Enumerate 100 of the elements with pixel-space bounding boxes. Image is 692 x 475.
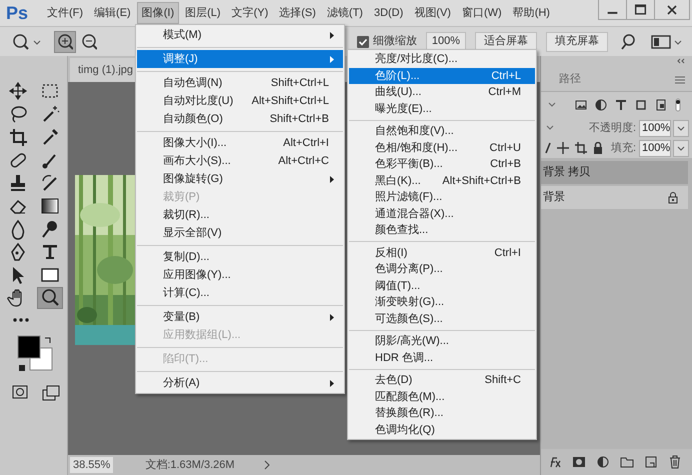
move-lock-icon[interactable] [557, 142, 569, 154]
menu-item[interactable]: 曝光度(E)... [349, 100, 535, 117]
checkbox-label: 细微缩放 [373, 34, 417, 50]
menu-item[interactable]: 匹配颜色(M)... [349, 388, 535, 405]
app-logo: Ps [6, 2, 30, 24]
shortcut-label: Ctrl+M [488, 85, 522, 100]
menu-item[interactable]: 调整(J) [137, 50, 343, 68]
option-button[interactable]: 适合屏幕 [475, 32, 537, 52]
menu-item[interactable]: 自动对比度(U) Alt+Shift+Ctrl+L [137, 92, 343, 110]
menu-item[interactable]: 可选颜色(S)... [349, 310, 535, 327]
dropdown-caret-icon[interactable] [673, 140, 689, 156]
menu-item[interactable]: 分析(A) [137, 374, 343, 392]
menu-item[interactable]: 阈值(T)... [349, 278, 535, 294]
menu-item[interactable]: 文字(Y) [226, 2, 274, 24]
menu-item[interactable]: 色调分离(P)... [349, 261, 535, 278]
shortcut-label: Shift+Ctrl+L [270, 76, 330, 91]
collapse-icon[interactable] [676, 56, 686, 66]
search-icon[interactable] [619, 32, 637, 50]
document-size: 文档:1.63M/3.26M [145, 458, 235, 473]
menu-item[interactable]: 自动颜色(O) Shift+Ctrl+B [137, 110, 343, 128]
shortcut-label: Ctrl+L [491, 68, 522, 84]
menu-item[interactable]: 曲线(U)... Ctrl+M [349, 84, 535, 100]
opacity-field[interactable]: 100% [639, 120, 671, 136]
menu-item[interactable]: 编辑(E) [89, 2, 136, 24]
menu-item[interactable]: 色阶(L)... Ctrl+L [349, 68, 535, 84]
artboard-lock-icon[interactable] [575, 142, 587, 154]
checkbox[interactable] [357, 36, 369, 48]
option-button[interactable]: 100% [426, 32, 466, 52]
adjustment-layer-icon[interactable] [596, 455, 610, 469]
layer-name: 背景 [543, 190, 565, 206]
folder-icon[interactable] [620, 455, 634, 469]
panel-menu-icon[interactable] [674, 74, 686, 84]
layer-row[interactable]: 背景 [541, 186, 688, 209]
menu-item[interactable]: 色调均化(Q) [349, 422, 535, 438]
layer-name: 背景 拷贝 [543, 164, 590, 180]
menu-item[interactable]: 图像(I) [136, 2, 180, 24]
menu-item[interactable]: 滤镜(T) [322, 2, 368, 24]
effects-icon[interactable] [548, 455, 562, 469]
opacity-label: 不透明度: [588, 120, 636, 136]
screen-mode-icon[interactable] [42, 385, 60, 401]
menu-item[interactable]: 阴影/高光(W)... [349, 333, 535, 350]
menu-item[interactable]: 去色(D) Shift+C [349, 372, 535, 388]
shortcut-label: Alt+Shift+Ctrl+B [442, 174, 522, 188]
brush-lock-icon[interactable] [545, 142, 551, 154]
menu-item[interactable]: 图像旋转(G) [137, 170, 343, 188]
trash-icon[interactable] [668, 455, 682, 469]
menu-item[interactable]: 自然饱和度(V)... [349, 123, 535, 140]
shortcut-label: Ctrl+B [490, 157, 522, 172]
filter-toggle-icon[interactable] [675, 98, 681, 112]
type-filter-icon[interactable] [615, 99, 627, 111]
menu-item[interactable]: 色相/饱和度(H)... Ctrl+U [349, 140, 535, 156]
shortcut-label: Ctrl+U [490, 140, 522, 156]
menu-item[interactable]: 应用图像(Y)... [137, 266, 343, 284]
shortcut-label: Alt+Ctrl+C [278, 154, 330, 169]
menu-item[interactable]: 选择(S) [274, 2, 321, 24]
menu-item[interactable]: 窗口(W) [456, 2, 507, 24]
menu-item[interactable]: 黑白(K)... Alt+Shift+Ctrl+B [349, 172, 535, 189]
menu-item[interactable]: 颜色查找... [349, 222, 535, 238]
smart-object-filter-icon[interactable] [655, 99, 667, 111]
shortcut-label: Alt+Ctrl+I [283, 136, 330, 151]
shortcut-label: Shift+C [484, 373, 522, 388]
menu-item[interactable]: 色彩平衡(B)... Ctrl+B [349, 156, 535, 172]
menu-item[interactable]: 显示全部(V) [137, 224, 343, 242]
option-button[interactable]: 填充屏幕 [546, 32, 608, 52]
new-layer-icon[interactable] [644, 455, 658, 469]
menu-item[interactable]: 3D(D) [368, 2, 408, 24]
chevron-right-icon[interactable] [262, 460, 271, 470]
menu-item[interactable]: 模式(M) [137, 26, 343, 44]
menu-item[interactable]: 帮助(H) [508, 2, 555, 24]
menu-item[interactable]: 画布大小(S)... Alt+Ctrl+C [137, 152, 343, 170]
menu-item[interactable]: 图像大小(I)... Alt+Ctrl+I [137, 134, 343, 152]
menu-item[interactable]: 复制(D)... [137, 248, 343, 266]
quick-mask-icon[interactable] [12, 385, 28, 399]
shortcut-label: Shift+Ctrl+B [270, 112, 330, 127]
shortcut-label: Ctrl+I [494, 246, 522, 260]
menu-item[interactable]: 变量(B) [137, 308, 343, 326]
fill-field[interactable]: 100% [639, 140, 671, 156]
mask-icon[interactable] [572, 455, 586, 469]
image-filter-icon[interactable] [575, 100, 587, 110]
menu-item[interactable]: 计算(C)... [137, 284, 343, 302]
menu-item[interactable]: 渐变映射(G)... [349, 294, 535, 310]
shortcut-label: Alt+Shift+Ctrl+L [252, 94, 330, 109]
adjustment-filter-icon[interactable] [595, 99, 607, 111]
dropdown-caret-icon[interactable] [673, 120, 689, 136]
menu-item[interactable]: 照片滤镜(F)... [349, 189, 535, 206]
menu-item[interactable]: 图层(L) [180, 2, 226, 24]
lock-icon[interactable] [593, 142, 603, 154]
fill-label: 填充: [610, 140, 636, 156]
menu-item[interactable]: 反相(I) Ctrl+I [349, 244, 535, 261]
shape-filter-icon[interactable] [635, 99, 647, 111]
menu-item[interactable]: 视图(V) [409, 2, 456, 24]
menu-item[interactable]: 裁切(R)... [137, 206, 343, 224]
menu-item[interactable]: 通道混合器(X)... [349, 206, 535, 222]
screen-mode-icon[interactable] [650, 32, 684, 50]
menu-item[interactable]: 文件(F) [42, 2, 88, 24]
menu-item[interactable]: 替换颜色(R)... [349, 405, 535, 422]
menu-item[interactable]: 亮度/对比度(C)... [349, 51, 535, 68]
zoom-level[interactable]: 38.55% [70, 457, 114, 473]
layer-row[interactable]: 背景 拷贝 [541, 161, 688, 184]
menu-item[interactable]: HDR 色调... [349, 350, 535, 366]
